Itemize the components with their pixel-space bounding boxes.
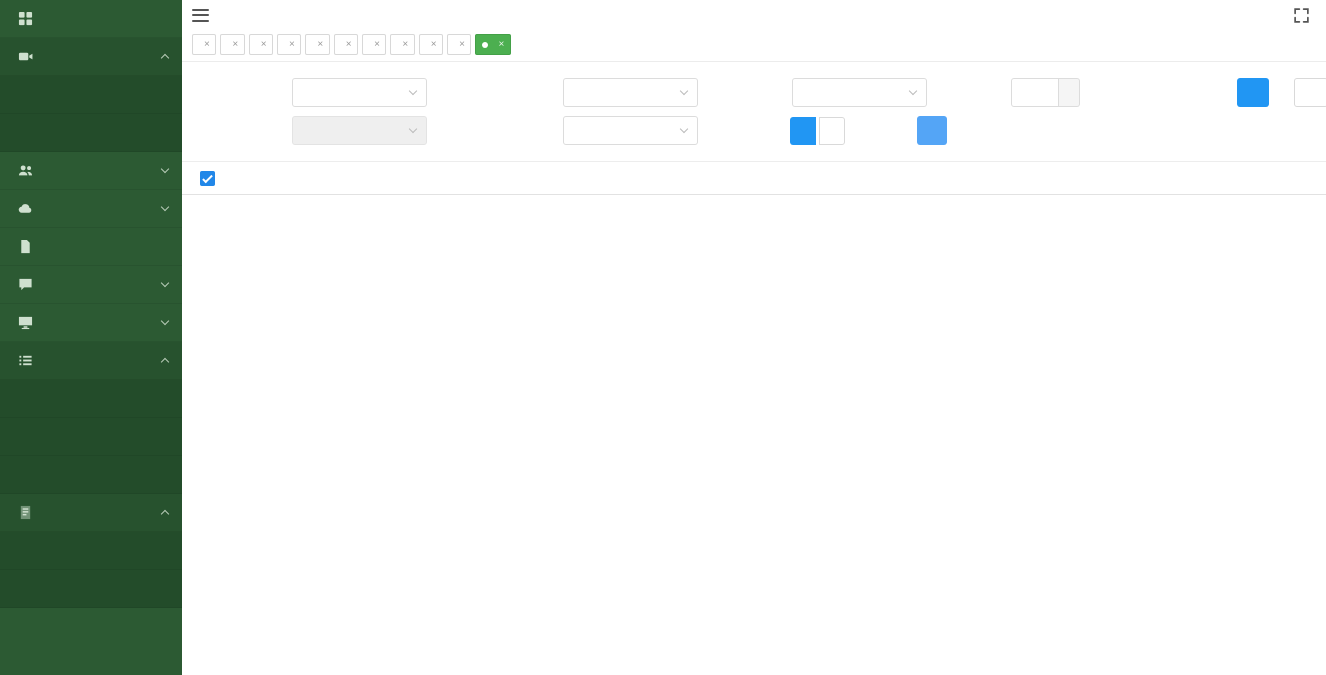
search-button[interactable]	[1237, 78, 1269, 107]
tab-7[interactable]: ×	[390, 34, 414, 55]
chevron-down-icon	[680, 125, 688, 133]
close-icon[interactable]: ×	[232, 39, 237, 50]
close-icon[interactable]: ×	[402, 39, 407, 50]
filter-row-1	[182, 78, 1326, 107]
filter-panel	[182, 62, 1326, 155]
sidebar-subitem-camera-settings[interactable]	[0, 114, 182, 152]
device-select[interactable]	[563, 116, 698, 145]
tab-1[interactable]: ×	[220, 34, 244, 55]
close-icon[interactable]: ×	[459, 39, 464, 50]
select-all-checkbox[interactable]	[200, 171, 215, 186]
chevron-up-icon	[161, 54, 169, 62]
tab-8[interactable]: ×	[419, 34, 443, 55]
close-icon[interactable]: ×	[374, 39, 379, 50]
sidebar-item-dashboard[interactable]	[0, 0, 182, 38]
table-header-row	[182, 161, 1326, 195]
chevron-up-icon	[161, 510, 169, 518]
filter-row-2	[182, 116, 1326, 145]
users-icon	[18, 163, 33, 178]
chevron-down-icon	[909, 87, 917, 95]
top-bar	[182, 0, 1326, 30]
sidebar-subitem-camera-register[interactable]	[0, 76, 182, 114]
diagnosis-type-select[interactable]	[292, 116, 427, 145]
tab-10[interactable]: ×	[475, 34, 510, 55]
close-icon[interactable]: ×	[204, 39, 209, 50]
sidebar-subitem-disease-results-new[interactable]	[0, 380, 182, 418]
close-icon[interactable]: ×	[431, 39, 436, 50]
expert-icon	[18, 505, 33, 520]
close-button[interactable]	[1294, 78, 1326, 107]
sidebar-item-pest-manual-diagnosis[interactable]	[0, 304, 182, 342]
sidebar-item-pest-diagnosis-results[interactable]	[0, 342, 182, 380]
dashboard-icon	[18, 11, 33, 26]
method-auto-button[interactable]	[819, 117, 845, 145]
method-upload-button[interactable]	[790, 117, 816, 145]
close-icon[interactable]: ×	[346, 39, 351, 50]
farm-select[interactable]	[292, 78, 427, 107]
sidebar-subitem-disease-expert-judgment[interactable]	[0, 532, 182, 570]
chevron-down-icon	[161, 165, 169, 173]
accuracy-suffix	[1059, 78, 1080, 107]
close-icon[interactable]: ×	[317, 39, 322, 50]
monitor-icon	[18, 315, 33, 330]
tab-3[interactable]: ×	[277, 34, 301, 55]
sidebar-item-farm-code-approval[interactable]	[0, 228, 182, 266]
accuracy-group	[1011, 78, 1080, 107]
board-icon	[18, 277, 33, 292]
main-area: × × × × × × × × × × ×	[182, 0, 1326, 675]
results-table	[182, 161, 1326, 195]
active-tab-dot	[482, 42, 488, 48]
chevron-down-icon	[161, 203, 169, 211]
sidebar-item-board-management[interactable]	[0, 266, 182, 304]
document-icon	[18, 239, 33, 254]
chevron-down-icon	[161, 317, 169, 325]
sidebar-subitem-pest-expert-judgment[interactable]	[0, 570, 182, 608]
camera-icon	[18, 49, 33, 64]
sidebar	[0, 0, 182, 675]
tab-2[interactable]: ×	[249, 34, 273, 55]
tab-6[interactable]: ×	[362, 34, 386, 55]
crop-code-select[interactable]	[792, 78, 927, 107]
chevron-down-icon	[680, 87, 688, 95]
tab-4[interactable]: ×	[305, 34, 329, 55]
sidebar-item-system-code[interactable]	[0, 190, 182, 228]
select-all-cell	[182, 171, 232, 186]
tab-0[interactable]: ×	[192, 34, 216, 55]
close-icon[interactable]: ×	[289, 39, 294, 50]
sidebar-subitem-pest-results[interactable]	[0, 456, 182, 494]
chevron-down-icon	[409, 87, 417, 95]
greenhouse-select[interactable]	[563, 78, 698, 107]
menu-toggle-icon[interactable]	[192, 9, 209, 22]
sidebar-subitem-disease-results-old[interactable]	[0, 418, 182, 456]
chevron-down-icon	[161, 279, 169, 287]
chevron-down-icon	[409, 125, 417, 133]
cloud-icon	[18, 201, 33, 216]
tab-9[interactable]: ×	[447, 34, 471, 55]
chevron-up-icon	[161, 358, 169, 366]
tab-bar: × × × × × × × × × × ×	[182, 30, 1326, 62]
sidebar-item-user-management[interactable]	[0, 152, 182, 190]
sidebar-item-camera-management[interactable]	[0, 38, 182, 76]
sidebar-item-expert-system[interactable]	[0, 494, 182, 532]
close-icon[interactable]: ×	[498, 39, 503, 50]
download-button[interactable]	[917, 116, 947, 145]
accuracy-input[interactable]	[1011, 78, 1059, 107]
close-icon[interactable]: ×	[261, 39, 266, 50]
tab-5[interactable]: ×	[334, 34, 358, 55]
list-icon	[18, 353, 33, 368]
fullscreen-icon[interactable]	[1293, 7, 1310, 24]
app-root: × × × × × × × × × × ×	[0, 0, 1326, 675]
